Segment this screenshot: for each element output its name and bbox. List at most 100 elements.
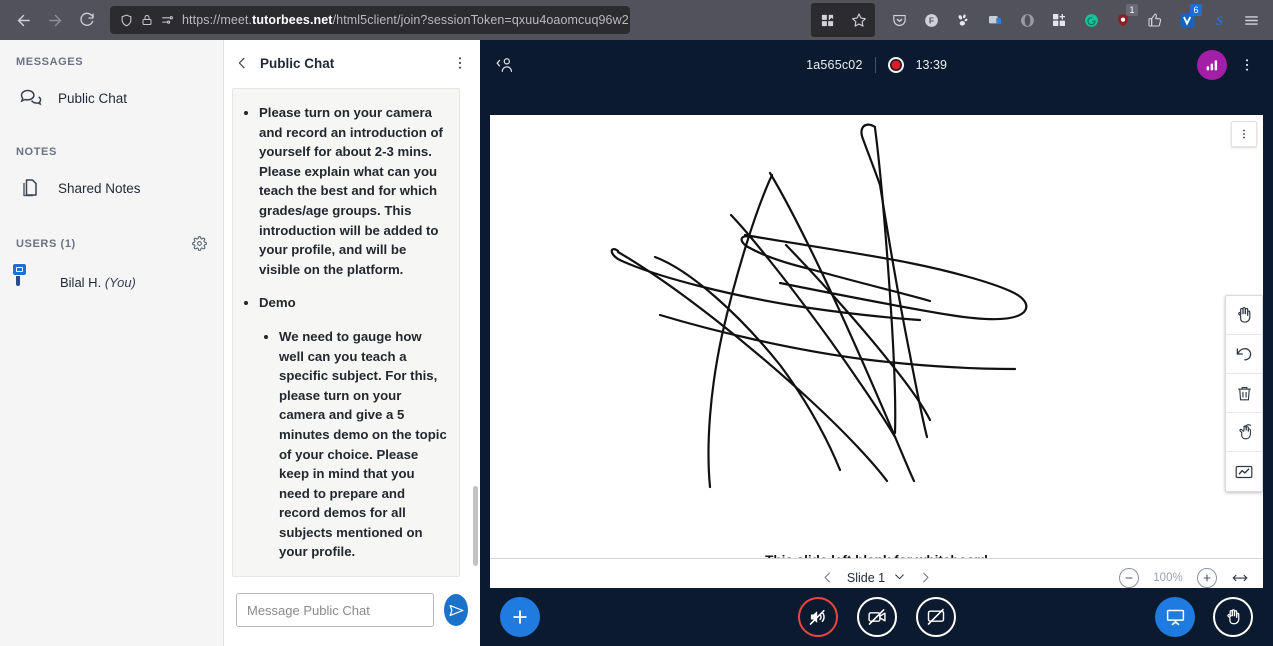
trash-icon[interactable]: [1226, 374, 1262, 413]
whiteboard[interactable]: This slide left blank for whiteboard: [490, 115, 1263, 596]
muted-speaker-icon: [808, 607, 828, 627]
mute-toggle-button[interactable]: [798, 597, 838, 637]
spacer-2: [0, 214, 223, 236]
screen-share-off-icon: [926, 607, 946, 627]
connection-status-button[interactable]: [1197, 50, 1227, 80]
camera-toggle-button[interactable]: [857, 597, 897, 637]
undo-arrow-icon[interactable]: [1226, 335, 1262, 374]
grammarly-icon[interactable]: [1075, 3, 1107, 37]
draw-hand-icon[interactable]: [1226, 413, 1262, 452]
action-bar: [480, 588, 1273, 646]
users-heading: USERS (1): [16, 238, 76, 250]
recording-time: 13:39: [916, 58, 947, 72]
shared-notes-label: Shared Notes: [58, 181, 141, 196]
whiteboard-toolbar: [1225, 295, 1263, 492]
browser-toolbar: https://meet.tutorbees.net/html5client/j…: [0, 0, 1273, 40]
sidebar-item-shared-notes[interactable]: Shared Notes: [0, 168, 223, 208]
send-button[interactable]: [444, 594, 468, 626]
back-arrow-icon[interactable]: [8, 5, 38, 35]
public-chat-label: Public Chat: [58, 91, 127, 106]
whiteboard-annotations: [490, 115, 1263, 596]
meeting-title-group: 1a565c02 13:39: [480, 57, 1273, 73]
camera-off-icon: [867, 607, 887, 627]
chevron-left-icon[interactable]: [234, 55, 250, 71]
media-controls: [480, 597, 1273, 637]
list-item: We need to gauge how well can you teach …: [279, 327, 447, 562]
notes-pages-icon: [16, 174, 44, 202]
divider: [875, 57, 876, 73]
connection-bars-icon: [1204, 57, 1220, 73]
hide-userlist-icon[interactable]: [494, 54, 516, 76]
meeting-options-icon[interactable]: [1235, 55, 1259, 75]
webcam-badge-icon: [12, 263, 27, 276]
message-input[interactable]: [236, 593, 434, 627]
chat-message: Please turn on your camera and record an…: [232, 88, 460, 577]
gnome-extension-icon[interactable]: [947, 3, 979, 37]
thumbs-up-icon[interactable]: [1139, 3, 1171, 37]
facebook-container-icon[interactable]: F: [915, 3, 947, 37]
slide-navigation: Slide 1: [490, 570, 1263, 586]
url-domain: tutorbees.net: [252, 13, 332, 27]
line-tool-icon[interactable]: [1226, 452, 1262, 491]
public-chat-panel: Public Chat Please turn on your camera a…: [224, 40, 480, 646]
url-prefix: https://meet.: [182, 13, 252, 27]
meeting-header: 1a565c02 13:39: [480, 40, 1273, 90]
previous-slide-button[interactable]: [820, 570, 835, 585]
userlist-panel: MESSAGES Public Chat NOTES Shared Notes …: [0, 40, 224, 646]
chat-messages-scroll[interactable]: Please turn on your camera and record an…: [224, 86, 480, 580]
pan-hand-icon[interactable]: [1226, 296, 1262, 335]
message-list: Please turn on your camera and record an…: [259, 103, 447, 562]
grid-extensions-icon[interactable]: [811, 3, 843, 37]
slide-label: Slide 1: [847, 571, 885, 585]
s-extension-icon[interactable]: S: [1203, 3, 1235, 37]
user-name: Bilal H. (You): [60, 275, 136, 290]
screenshot-icon[interactable]: [979, 3, 1011, 37]
adblock-badge: 1: [1126, 4, 1138, 16]
gear-icon[interactable]: [192, 236, 207, 251]
adblock-icon[interactable]: 1: [1107, 3, 1139, 37]
screenshare-toggle-button[interactable]: [916, 597, 956, 637]
browser-extensions: F 1: [811, 3, 1273, 37]
chat-header: Public Chat: [224, 40, 480, 86]
sidebar-item-public-chat[interactable]: Public Chat: [0, 78, 223, 118]
browser-window: https://meet.tutorbees.net/html5client/j…: [0, 0, 1273, 646]
whiteboard-options-button[interactable]: [1231, 121, 1257, 147]
lock-icon: [141, 14, 153, 26]
list-item: Please turn on your camera and record an…: [259, 103, 447, 279]
chat-compose-row: [224, 580, 480, 646]
address-bar[interactable]: https://meet.tutorbees.net/html5client/j…: [110, 6, 630, 34]
navigation-buttons: [0, 5, 102, 35]
vidiq-icon[interactable]: 6: [1171, 3, 1203, 37]
list-item: Demo: [259, 293, 447, 313]
user-you-suffix: (You): [105, 275, 136, 290]
next-slide-button[interactable]: [918, 570, 933, 585]
hamburger-menu-icon[interactable]: [1235, 3, 1267, 37]
url-text: https://meet.tutorbees.net/html5client/j…: [182, 13, 629, 27]
reader-view-icon[interactable]: [161, 14, 174, 27]
session-id: 1a565c02: [806, 58, 863, 72]
chevron-down-icon: [893, 570, 906, 586]
svg-text:S: S: [1215, 13, 1222, 27]
forward-arrow-icon[interactable]: [40, 5, 70, 35]
meeting-header-right: [1197, 50, 1259, 80]
url-suffix: /html5client/join?sessionToken=qxuu4oaom…: [333, 13, 629, 27]
opera-icon[interactable]: [1011, 3, 1043, 37]
chat-scrollbar-thumb[interactable]: [473, 486, 478, 566]
bookmark-star-icon[interactable]: [843, 3, 875, 37]
vertical-dots-icon[interactable]: [452, 55, 468, 71]
pocket-icon[interactable]: [883, 3, 915, 37]
user-name-text: Bilal H.: [60, 275, 101, 290]
avatar: [16, 267, 46, 297]
slide-selector[interactable]: Slide 1: [847, 570, 906, 586]
user-list-item[interactable]: Bilal H. (You): [0, 261, 223, 303]
chat-bubbles-icon: [16, 84, 44, 112]
messages-heading: MESSAGES: [0, 56, 223, 68]
users-heading-row: USERS (1): [0, 236, 223, 251]
apps-add-icon[interactable]: [1043, 3, 1075, 37]
vidiq-badge: 6: [1190, 4, 1202, 16]
svg-text:F: F: [928, 15, 933, 25]
chat-title: Public Chat: [260, 56, 334, 71]
spacer: [0, 124, 223, 146]
reload-icon[interactable]: [72, 5, 102, 35]
vertical-dots-icon: [1238, 128, 1250, 140]
